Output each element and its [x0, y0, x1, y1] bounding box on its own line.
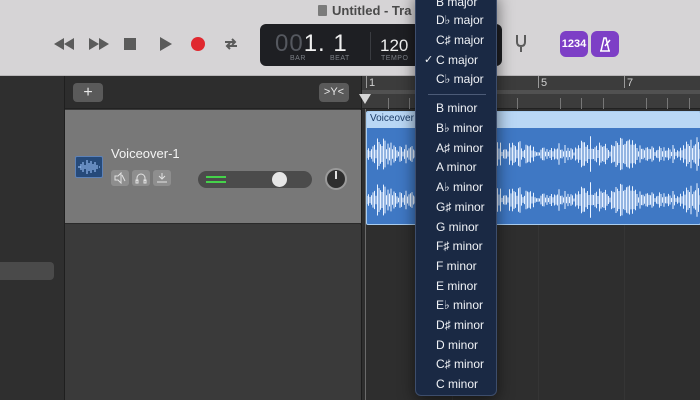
ruler-subtick [667, 98, 668, 109]
track-row[interactable]: Voiceover-1 [65, 110, 361, 224]
grid-line [624, 225, 625, 400]
metronome-button[interactable] [591, 31, 619, 57]
region-name: Voiceover [370, 113, 414, 124]
control-bar: Untitled - Tra 001. 1 BAR BEAT 120 TEMPO [0, 0, 700, 76]
lcd-bar-label: BAR [290, 55, 306, 62]
window-title-text: Untitled - Tra [332, 3, 412, 18]
metronome-icon [600, 37, 611, 52]
waveform-track-icon [75, 156, 103, 178]
playhead-handle[interactable] [359, 94, 371, 104]
ruler-subtick [646, 98, 647, 109]
library-panel [0, 76, 64, 400]
ruler-tick [538, 76, 539, 88]
level-meter-right [206, 181, 226, 183]
menu-item-g-sharp-minor[interactable]: G♯ minor [416, 198, 496, 217]
volume-slider-knob[interactable] [272, 172, 287, 187]
tracks-timeline[interactable]: 1 5 7 Voiceover [359, 76, 700, 400]
menu-item-c-sharp-major[interactable]: C♯ major [416, 31, 496, 50]
menu-item-c-minor[interactable]: C minor [416, 375, 496, 394]
add-track-button[interactable]: + [73, 83, 103, 102]
ruler-subtick [388, 98, 389, 109]
ruler-subtick [603, 98, 604, 109]
play-icon [160, 37, 172, 51]
volume-slider[interactable] [198, 171, 312, 188]
record-button[interactable] [188, 34, 208, 54]
play-button[interactable] [157, 34, 175, 54]
ruler-subtick [689, 98, 690, 109]
level-meter-left [206, 176, 226, 178]
ruler-tick [624, 76, 625, 88]
lcd-tempo: 120 [380, 36, 409, 55]
ruler-subtick [409, 98, 410, 109]
bar-number: 5 [541, 77, 548, 89]
pan-knob[interactable] [325, 168, 347, 190]
checkmark-icon: ✓ [424, 54, 434, 66]
lcd-tempo-label: TEMPO [381, 55, 409, 62]
menu-item-e-flat-minor[interactable]: E♭ minor [416, 296, 496, 315]
menu-item-g-minor[interactable]: G minor [416, 218, 496, 237]
record-icon [191, 37, 205, 51]
input-monitor-button[interactable] [153, 170, 171, 186]
menu-item-d-minor[interactable]: D minor [416, 336, 496, 355]
bar-number: 1 [369, 77, 376, 89]
count-in-label: 1234 [561, 38, 587, 50]
track-header-toolbar: + >Y< [65, 76, 361, 109]
lcd-position: 001. 1 [275, 30, 348, 57]
headphones-icon [135, 173, 147, 184]
menu-item-b-minor[interactable]: B minor [416, 99, 496, 118]
grid-line [538, 225, 539, 400]
menu-item-c-sharp-minor[interactable]: C♯ minor [416, 355, 496, 374]
empty-track-area [65, 225, 361, 400]
menu-item-a-minor[interactable]: A minor [416, 158, 496, 177]
speaker-muted-icon [114, 171, 126, 185]
cycle-button[interactable] [220, 34, 242, 54]
mute-button[interactable] [111, 170, 129, 186]
menu-item-a-flat-minor[interactable]: A♭ minor [416, 178, 496, 197]
tuner-button[interactable] [511, 33, 531, 53]
ruler-subtick [581, 98, 582, 109]
cycle-area[interactable] [362, 90, 700, 94]
menu-divider [428, 94, 486, 95]
menu-item-b-flat-minor[interactable]: B♭ minor [416, 119, 496, 138]
fast-forward-button[interactable] [87, 34, 111, 54]
lcd-beat-label: BEAT [330, 55, 350, 62]
menu-item-a-sharp-minor[interactable]: A♯ minor [416, 139, 496, 158]
menu-item-c-major[interactable]: ✓ C major [416, 51, 496, 70]
input-monitor-icon [157, 173, 167, 183]
bar-number: 7 [627, 77, 634, 89]
count-in-button[interactable]: 1234 [560, 31, 588, 57]
ruler[interactable]: 1 5 7 [359, 76, 700, 109]
solo-button[interactable] [132, 170, 150, 186]
rewind-button[interactable] [52, 34, 76, 54]
library-item[interactable] [0, 262, 54, 280]
menu-item-c-flat-major[interactable]: C♭ major [416, 70, 496, 89]
ruler-subtick [517, 98, 518, 109]
menu-item-e-minor[interactable]: E minor [416, 277, 496, 296]
menu-item-d-flat-major[interactable]: D♭ major [416, 11, 496, 30]
playhead-line [365, 109, 366, 400]
lcd-separator [370, 32, 371, 60]
tuning-fork-icon [516, 35, 526, 52]
track-name[interactable]: Voiceover-1 [111, 146, 180, 161]
waveform-icon [78, 160, 100, 174]
logic-main-window: Untitled - Tra 001. 1 BAR BEAT 120 TEMPO [0, 0, 700, 400]
document-icon [318, 5, 327, 16]
window-title: Untitled - Tra [318, 3, 411, 18]
menu-item-f-minor[interactable]: F minor [416, 257, 496, 276]
key-signature-menu: B major D♭ major C♯ major ✓ C major C♭ ma… [415, 0, 497, 396]
stop-button[interactable] [121, 34, 139, 54]
ruler-tick [366, 76, 367, 88]
rewind-icon [54, 38, 74, 50]
menu-item-d-sharp-minor[interactable]: D♯ minor [416, 316, 496, 335]
cycle-icon [225, 38, 237, 50]
stop-icon [124, 38, 136, 50]
ruler-subtick [560, 98, 561, 109]
track-headers: + >Y< Voiceover-1 [64, 76, 361, 400]
menu-item-f-sharp-minor[interactable]: F♯ minor [416, 237, 496, 256]
track-filter-button[interactable]: >Y< [319, 83, 349, 102]
fast-forward-icon [89, 38, 109, 50]
